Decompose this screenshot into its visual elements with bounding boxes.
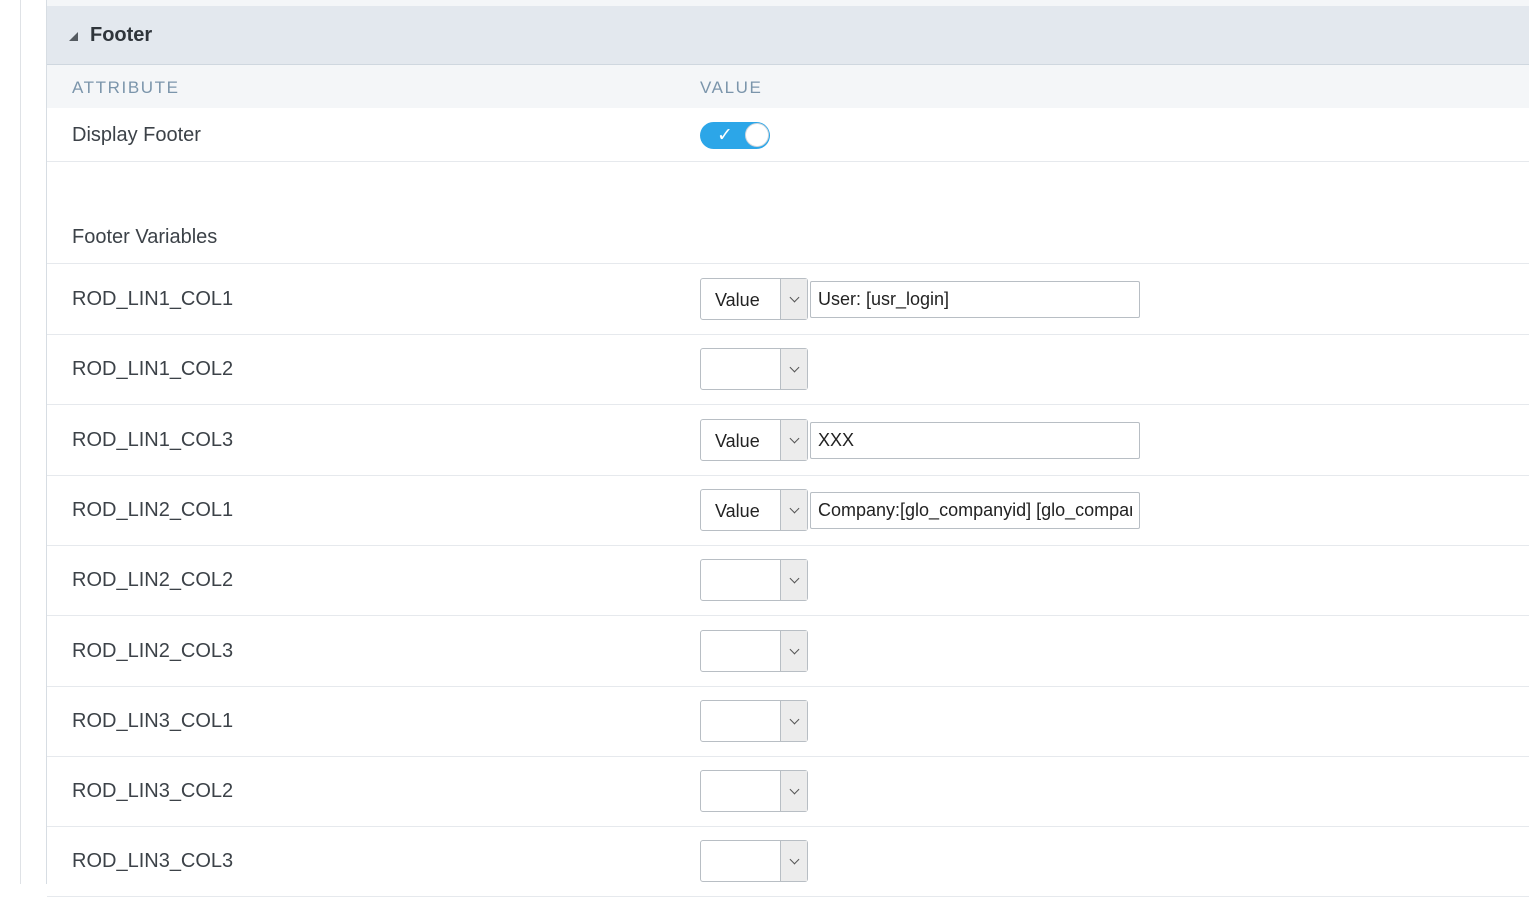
variable-type-select[interactable]	[700, 770, 808, 812]
variable-row: ROD_LIN1_COL3 Value	[47, 405, 1529, 476]
collapse-triangle-icon[interactable]	[69, 31, 78, 41]
dropdown-button[interactable]	[780, 420, 807, 460]
variable-value-input[interactable]	[810, 492, 1140, 529]
display-footer-row: Display Footer ✓	[47, 108, 1529, 162]
variable-value-input[interactable]	[810, 281, 1140, 318]
column-header-row: ATTRIBUTE VALUE	[47, 65, 1529, 108]
chevron-down-icon	[789, 854, 799, 864]
check-icon: ✓	[717, 125, 733, 146]
variable-name-label: ROD_LIN1_COL2	[72, 358, 234, 380]
chevron-down-icon	[789, 433, 799, 443]
chevron-down-icon	[789, 503, 799, 513]
variable-type-select[interactable]: Value	[700, 489, 808, 531]
variable-name-label: ROD_LIN3_COL1	[72, 710, 234, 732]
chevron-down-icon	[789, 292, 799, 302]
variable-type-select[interactable]	[700, 630, 808, 672]
variable-name-label: ROD_LIN2_COL2	[72, 569, 234, 591]
variable-type-select[interactable]	[700, 559, 808, 601]
footer-variables-section-row: Footer Variables	[47, 162, 1529, 264]
variable-type-selected-value: Value	[715, 501, 760, 521]
variable-type-selected-value: Value	[715, 431, 760, 451]
variable-row: ROD_LIN1_COL2	[47, 334, 1529, 405]
value-column-header: VALUE	[700, 78, 763, 97]
left-rail-divider	[20, 0, 21, 884]
variable-row: ROD_LIN3_COL2	[47, 756, 1529, 827]
variable-name-label: ROD_LIN1_COL1	[72, 288, 234, 310]
variable-type-select[interactable]	[700, 700, 808, 742]
footer-settings-panel: Footer ATTRIBUTE VALUE Display Footer ✓ …	[46, 0, 1529, 897]
chevron-down-icon	[789, 573, 799, 583]
dropdown-button[interactable]	[780, 771, 807, 811]
dropdown-button[interactable]	[780, 701, 807, 741]
chevron-down-icon	[789, 644, 799, 654]
attribute-column-header: ATTRIBUTE	[72, 78, 180, 97]
variable-name-label: ROD_LIN3_COL2	[72, 780, 234, 802]
variable-name-label: ROD_LIN2_COL3	[72, 640, 234, 662]
dropdown-button[interactable]	[780, 841, 807, 881]
variable-row: ROD_LIN2_COL1 Value	[47, 475, 1529, 546]
chevron-down-icon	[789, 362, 799, 372]
variable-type-select[interactable]: Value	[700, 278, 808, 320]
variable-row: ROD_LIN3_COL3	[47, 826, 1529, 897]
dropdown-button[interactable]	[780, 279, 807, 319]
variable-value-input[interactable]	[810, 422, 1140, 459]
variable-row: ROD_LIN1_COL1 Value	[47, 264, 1529, 335]
chevron-down-icon	[789, 784, 799, 794]
variable-name-label: ROD_LIN2_COL1	[72, 499, 234, 521]
variable-row: ROD_LIN2_COL2	[47, 545, 1529, 616]
display-footer-label: Display Footer	[72, 124, 201, 146]
variable-name-label: ROD_LIN3_COL3	[72, 850, 234, 872]
chevron-down-icon	[789, 714, 799, 724]
variable-row: ROD_LIN2_COL3	[47, 616, 1529, 687]
toggle-knob	[745, 123, 769, 147]
variable-type-select[interactable]	[700, 840, 808, 882]
dropdown-button[interactable]	[780, 560, 807, 600]
variable-row: ROD_LIN3_COL1	[47, 686, 1529, 757]
variable-type-selected-value: Value	[715, 290, 760, 310]
dropdown-button[interactable]	[780, 490, 807, 530]
variable-type-select[interactable]: Value	[700, 419, 808, 461]
dropdown-button[interactable]	[780, 631, 807, 671]
display-footer-toggle[interactable]: ✓	[700, 122, 770, 149]
footer-variables-label: Footer Variables	[72, 226, 218, 248]
section-title: Footer	[90, 23, 153, 46]
variable-type-select[interactable]	[700, 348, 808, 390]
variable-name-label: ROD_LIN1_COL3	[72, 429, 234, 451]
footer-section-header[interactable]: Footer	[47, 6, 1529, 65]
dropdown-button[interactable]	[780, 349, 807, 389]
